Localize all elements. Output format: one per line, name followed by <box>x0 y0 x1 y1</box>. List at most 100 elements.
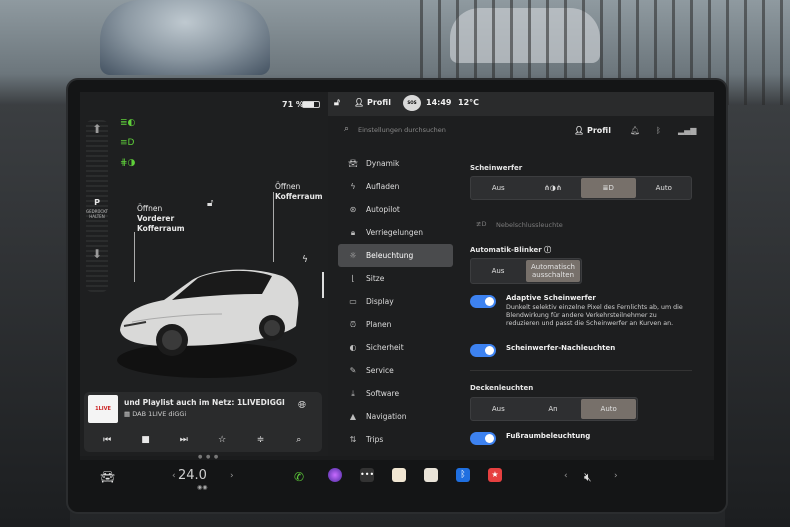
theater-app-icon[interactable]: ★ <box>488 468 502 482</box>
settings-profile-button[interactable]: 👤︎ Profil <box>574 126 611 135</box>
auto-blinker-selector[interactable]: Aus Automatisch ausschalten <box>470 258 582 284</box>
settings-search-input[interactable] <box>358 123 498 137</box>
sos-badge[interactable]: SOS <box>403 95 421 111</box>
calendar-notes-icon[interactable] <box>392 468 406 482</box>
footwell-lights-title: Fußraumbeleuchtung <box>506 432 591 440</box>
bluetooth-icon[interactable]: ᛒ <box>656 126 661 135</box>
sidebar-item-aufladen[interactable]: ϟ Aufladen <box>338 175 453 198</box>
stop-icon[interactable]: ■ <box>135 435 155 445</box>
profile-person-icon: 👤︎ <box>574 126 585 135</box>
globe-icon[interactable]: 🌐︎ <box>298 400 306 411</box>
low-beam-option[interactable]: ≣D <box>581 178 636 198</box>
media-player[interactable]: 1LIVE und Playlist auch im Netz: 1LIVEDI… <box>84 392 322 452</box>
gear-down-arrow-icon[interactable]: ⬇ <box>88 247 106 261</box>
sidebar-item-label: Autopilot <box>366 205 400 214</box>
phone-icon[interactable]: ✆ <box>294 470 304 484</box>
headlights-off-option[interactable]: Aus <box>471 177 526 199</box>
equalizer-icon[interactable]: ≑ <box>250 435 270 445</box>
sidebar-item-sitze[interactable]: ⌊ Sitze <box>338 267 453 290</box>
sidebar-item-navigation[interactable]: ▲ Navigation <box>338 405 453 428</box>
toybox-icon[interactable] <box>424 468 438 482</box>
sidebar-item-label: Service <box>366 366 394 375</box>
more-apps-icon[interactable]: ••• <box>360 468 374 482</box>
sidebar-item-service[interactable]: ✎ Service <box>338 359 453 382</box>
volume-up-chevron-icon[interactable]: › <box>614 471 618 481</box>
cabin-temperature[interactable]: 24.0 <box>178 468 207 483</box>
headlights-auto-option[interactable]: Auto <box>637 177 692 199</box>
ceiling-lights-selector[interactable]: Aus An Auto <box>470 397 638 421</box>
profile-status-label: Profil <box>366 98 391 107</box>
profile-status[interactable]: 👤︎ Profil <box>354 98 391 107</box>
sidebar-item-autopilot[interactable]: ⊛ Autopilot <box>338 198 453 221</box>
sidebar-item-dynamik[interactable]: 🚘︎ Dynamik <box>338 152 453 175</box>
touchscreen: 71 % ⬆ P GEDRÜCKT HALTEN ⬇ ≣◐ ≡D ⋕◑ Öffn… <box>80 92 714 510</box>
ceiling-off-option[interactable]: Aus <box>471 398 526 420</box>
favorite-star-icon[interactable]: ☆ <box>212 435 232 445</box>
headlight-follow-me-title: Scheinwerfer-Nachleuchten <box>506 344 616 352</box>
radio-icon: ▦ <box>124 410 131 418</box>
rear-trunk-open: Öffnen <box>275 182 301 191</box>
ceiling-on-option[interactable]: An <box>526 398 581 420</box>
car-icon[interactable]: 🚘︎ <box>100 470 115 484</box>
car-icon: 🚘︎ <box>347 159 359 168</box>
sidebar-item-software[interactable]: ⤓ Software <box>338 382 453 405</box>
media-source: ▦ DAB 1LIVE diGGi <box>124 410 186 418</box>
battery-percent: 71 % <box>282 100 304 109</box>
sidebar-item-planen[interactable]: ⏰︎ Planen <box>338 313 453 336</box>
front-trunk-button[interactable]: Öffnen Vorderer Kofferraum <box>137 204 185 234</box>
adaptive-headlights-toggle[interactable] <box>470 295 496 308</box>
media-source-label: DAB 1LIVE diGGi <box>132 410 187 418</box>
charge-port-bolt-icon[interactable]: ϟ <box>302 255 308 265</box>
adaptive-headlights-description: Dunkelt selektiv einzelne Pixel des Fern… <box>506 304 683 327</box>
outside-temperature: 12°C <box>458 98 480 107</box>
parking-lights-option[interactable]: ⋔◑⋔ <box>526 177 581 199</box>
wrench-icon: ✎ <box>349 366 357 375</box>
unlock-icon[interactable]: 🔓︎ <box>207 198 213 209</box>
sidebar-item-sicherheit[interactable]: ◐ Sicherheit <box>338 336 453 359</box>
auto-blinker-off-option[interactable]: Aus <box>471 259 525 283</box>
sidebar-item-beleuchtung[interactable]: ☼ Beleuchtung <box>338 244 453 267</box>
background-car <box>100 0 270 75</box>
lock-status-icon[interactable]: 🔓︎ <box>334 98 340 108</box>
info-icon[interactable]: ⓘ <box>544 246 551 254</box>
temp-down-chevron-icon[interactable]: ‹ <box>172 471 176 481</box>
display-icon: ▭ <box>349 297 357 306</box>
fog-light-label[interactable]: Nebelschlussleuchte <box>496 221 563 229</box>
rear-trunk-button[interactable]: Öffnen Kofferraum <box>275 182 323 202</box>
headlight-follow-me-toggle[interactable] <box>470 344 496 357</box>
previous-icon[interactable]: ⏮ <box>97 435 117 445</box>
bolt-icon: ϟ <box>350 182 356 191</box>
settings-search-row: ⌕ 👤︎ Profil 🔔︎ ᛒ ▂▄▆ <box>328 118 714 142</box>
seat-icon: ⌊ <box>351 274 355 283</box>
bluetooth-app-icon[interactable]: ᛒ <box>456 468 470 482</box>
volume-mute-icon[interactable]: 🔇︎ <box>584 470 592 485</box>
gear-up-arrow-icon[interactable]: ⬆ <box>88 122 106 136</box>
sidebar-item-display[interactable]: ▭ Display <box>338 290 453 313</box>
photo-scene: 71 % ⬆ P GEDRÜCKT HALTEN ⬇ ≣◐ ≡D ⋕◑ Öffn… <box>0 0 790 527</box>
settings-menu: 🚘︎ Dynamik ϟ Aufladen ⊛ Autopilot 🔒︎ Verriegelu… <box>338 152 453 451</box>
sidebar-item-verriegelungen[interactable]: 🔒︎ Verriegelungen <box>338 221 453 244</box>
gear-park[interactable]: P <box>88 198 106 207</box>
search-icon: ⌕ <box>344 124 350 134</box>
dashboard-left <box>0 105 70 527</box>
sidebar-item-label: Sicherheit <box>366 343 404 352</box>
temp-up-chevron-icon[interactable]: › <box>230 471 234 481</box>
headlights-selector[interactable]: Aus ⋔◑⋔ ≣D Auto <box>470 176 692 200</box>
rear-trunk-word: Kofferraum <box>275 192 323 201</box>
sidebar-item-trips[interactable]: ⇅ Trips <box>338 428 453 451</box>
front-trunk-word2: Kofferraum <box>137 224 185 233</box>
media-search-icon[interactable]: ⌕ <box>289 435 309 445</box>
camera-app-icon[interactable] <box>328 468 342 482</box>
sidebar-item-label: Verriegelungen <box>366 228 423 237</box>
sidebar-item-label: Planen <box>366 320 392 329</box>
ceiling-auto-option[interactable]: Auto <box>581 399 637 419</box>
footwell-lights-toggle[interactable] <box>470 432 496 445</box>
sidebar-item-label: Display <box>366 297 394 306</box>
next-icon[interactable]: ⏭ <box>174 435 194 445</box>
volume-down-chevron-icon[interactable]: ‹ <box>564 471 568 481</box>
auto-blinker-auto-off-option[interactable]: Automatisch ausschalten <box>526 260 580 282</box>
settings-profile-label: Profil <box>586 126 611 135</box>
headlights-title: Scheinwerfer <box>470 164 523 172</box>
notification-bell-icon[interactable]: 🔔︎ <box>630 126 640 135</box>
seat-heater-icon[interactable]: ◉◉ <box>197 484 207 491</box>
